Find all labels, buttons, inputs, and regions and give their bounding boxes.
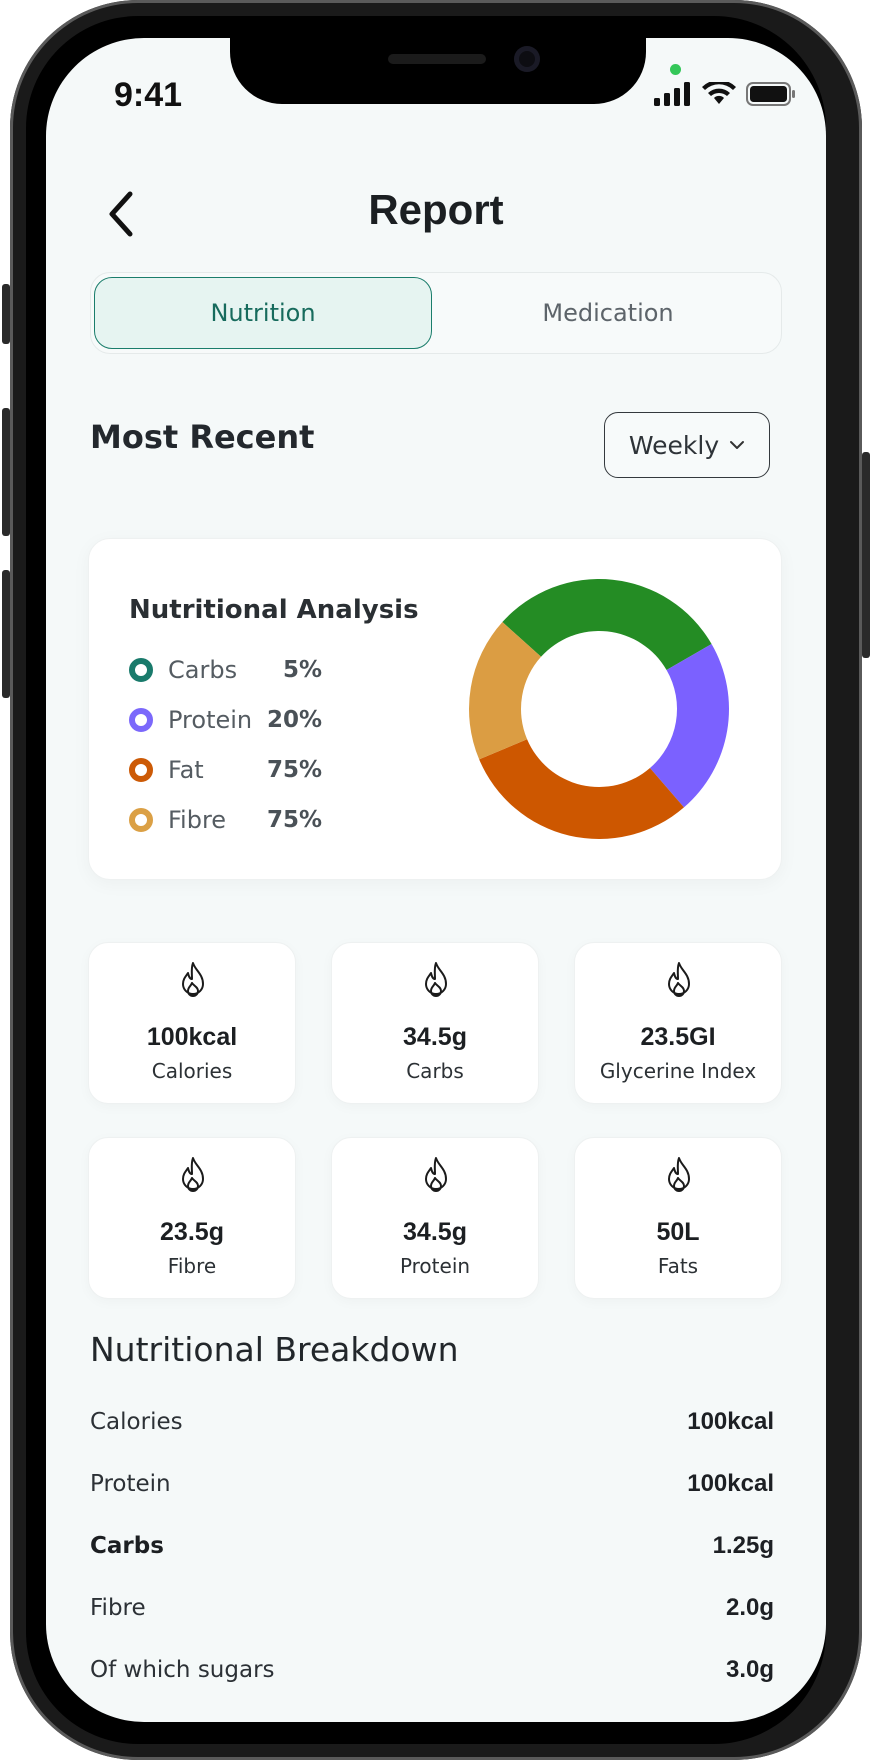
flame-icon bbox=[668, 962, 690, 997]
breakdown-row: Calories 100kcal bbox=[90, 1402, 774, 1442]
legend-marker bbox=[129, 708, 153, 732]
stat-label: Calories bbox=[151, 1059, 233, 1083]
wifi-icon bbox=[702, 82, 736, 104]
stat-value: 34.5g bbox=[403, 1023, 467, 1051]
legend-item-protein: Protein 20% bbox=[129, 695, 322, 745]
flame-icon bbox=[425, 1157, 447, 1192]
breakdown-value: 1.25g bbox=[712, 1532, 774, 1559]
period-dropdown-label: Weekly bbox=[628, 430, 720, 460]
stat-card-protein: 34.5g Protein bbox=[331, 1137, 539, 1299]
stat-label: Protein bbox=[399, 1254, 471, 1278]
breakdown-row: Carbs 1.25g bbox=[90, 1526, 774, 1566]
battery-icon bbox=[746, 82, 795, 106]
stat-card-fibre: 23.5g Fibre bbox=[88, 1137, 296, 1299]
stat-label: Fibre bbox=[167, 1254, 217, 1278]
tab-medication[interactable]: Medication bbox=[439, 277, 777, 349]
breakdown-label: Of which sugars bbox=[90, 1657, 275, 1683]
camera-indicator bbox=[670, 64, 681, 75]
legend-value: 75% bbox=[266, 757, 322, 783]
breakdown-row: Of which sugars 3.0g bbox=[90, 1650, 774, 1690]
segmented-tabs: Nutrition Medication bbox=[90, 272, 782, 354]
flame-icon bbox=[182, 1157, 204, 1192]
legend-value: 20% bbox=[266, 707, 322, 733]
breakdown-row: Fibre 2.0g bbox=[90, 1588, 774, 1628]
legend-item-fat: Fat 75% bbox=[129, 745, 322, 795]
legend-value: 75% bbox=[266, 807, 322, 833]
breakdown-label: Carbs bbox=[90, 1533, 164, 1559]
breakdown-value: 100kcal bbox=[687, 1470, 774, 1497]
side-button bbox=[2, 570, 10, 698]
legend-label: Carbs bbox=[168, 656, 238, 684]
stat-value: 100kcal bbox=[146, 1023, 238, 1051]
notch bbox=[230, 38, 646, 104]
legend-marker bbox=[129, 658, 153, 682]
chart-legend: Carbs 5% Protein 20% Fat 75% Fibre 75% bbox=[129, 645, 322, 845]
breakdown-title: Nutritional Breakdown bbox=[90, 1330, 459, 1369]
legend-marker bbox=[129, 758, 153, 782]
screen: 9:41 Report Nutrition Medication Most Re… bbox=[46, 38, 826, 1722]
legend-marker bbox=[129, 808, 153, 832]
breakdown-value: 2.0g bbox=[725, 1594, 774, 1621]
page-title: Report bbox=[368, 186, 504, 233]
camera bbox=[514, 46, 540, 72]
chevron-down-icon bbox=[730, 441, 745, 449]
legend-label: Protein bbox=[168, 706, 253, 734]
legend-label: Fibre bbox=[168, 806, 227, 834]
stat-label: Fats bbox=[657, 1254, 699, 1278]
donut-slice bbox=[479, 739, 684, 839]
stat-card-carbs: 34.5g Carbs bbox=[331, 942, 539, 1104]
flame-icon bbox=[425, 962, 447, 997]
most-recent-title: Most Recent bbox=[90, 418, 315, 456]
signal-icon bbox=[654, 82, 690, 106]
stat-value: 23.5GI bbox=[640, 1023, 716, 1051]
breakdown-label: Protein bbox=[90, 1471, 171, 1497]
stat-label: Glycerine Index bbox=[599, 1059, 757, 1083]
legend-item-fibre: Fibre 75% bbox=[129, 795, 322, 845]
flame-icon bbox=[668, 1157, 690, 1192]
breakdown-label: Fibre bbox=[90, 1595, 146, 1621]
stat-value: 50L bbox=[656, 1218, 700, 1246]
status-time: 9:41 bbox=[114, 76, 183, 114]
tab-nutrition[interactable]: Nutrition bbox=[94, 277, 432, 349]
breakdown-value: 3.0g bbox=[725, 1656, 774, 1683]
stat-label: Carbs bbox=[406, 1059, 464, 1083]
flame-icon bbox=[182, 962, 204, 997]
donut-chart bbox=[469, 579, 729, 839]
legend-value: 5% bbox=[282, 657, 322, 683]
legend-item-carbs: Carbs 5% bbox=[129, 645, 322, 695]
side-button bbox=[2, 284, 10, 344]
side-button bbox=[2, 408, 10, 536]
breakdown-value: 100kcal bbox=[687, 1408, 774, 1435]
stat-card-fats: 50L Fats bbox=[574, 1137, 782, 1299]
stat-card-glycerine-index: 23.5GI Glycerine Index bbox=[574, 942, 782, 1104]
side-button bbox=[862, 452, 870, 658]
legend-label: Fat bbox=[168, 756, 204, 784]
stat-card-calories: 100kcal Calories bbox=[88, 942, 296, 1104]
stat-value: 34.5g bbox=[403, 1218, 467, 1246]
nutritional-analysis-card: Nutritional Analysis Carbs 5% Protein 20… bbox=[88, 538, 782, 880]
breakdown-label: Calories bbox=[90, 1409, 183, 1435]
breakdown-row: Protein 100kcal bbox=[90, 1464, 774, 1504]
period-dropdown[interactable]: Weekly bbox=[604, 412, 770, 478]
status-icons bbox=[654, 82, 796, 106]
speaker bbox=[388, 54, 486, 64]
analysis-title: Nutritional Analysis bbox=[129, 595, 419, 625]
stat-value: 23.5g bbox=[160, 1218, 224, 1246]
